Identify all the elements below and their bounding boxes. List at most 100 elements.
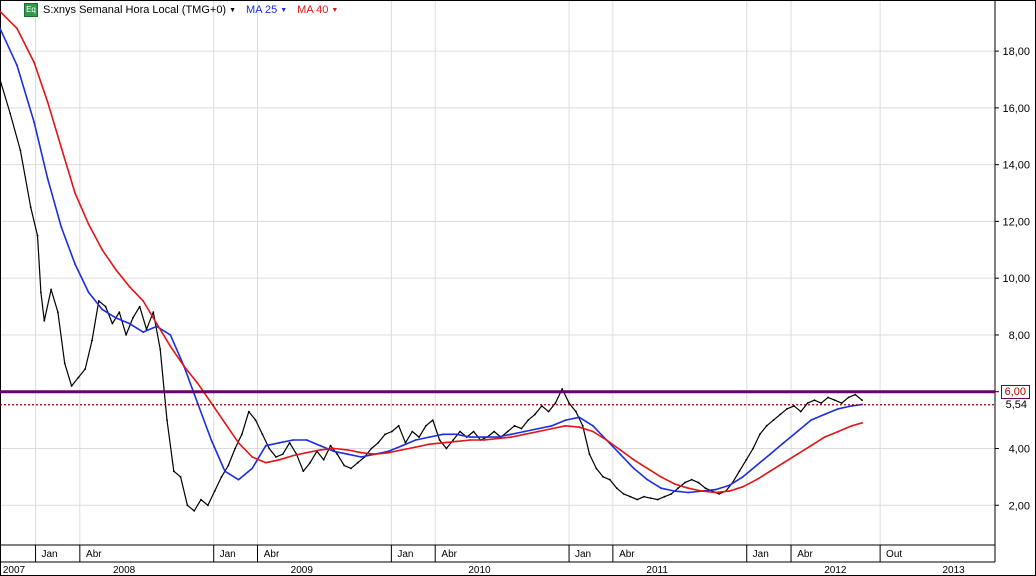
price-chart[interactable]: 2,00 4,00 6,00 8,00 10,00 12,00 14,00 16,00 18,0… <box>0 0 1036 576</box>
data-point-ma25 <box>46 177 49 180</box>
data-point-ma25 <box>333 450 335 453</box>
data-point-price <box>561 388 564 390</box>
data-point-ma40 <box>196 382 199 385</box>
data-point-ma40 <box>115 268 117 271</box>
data-point-ma25 <box>728 484 731 487</box>
data-point-price <box>506 430 509 433</box>
data-point-price <box>220 476 223 478</box>
data-point-ma25 <box>360 456 363 458</box>
chart-area[interactable]: 2,00 4,00 6,00 8,00 10,00 12,00 14,00 16,00 18,0… <box>0 0 1036 576</box>
data-point-ma25 <box>74 263 76 265</box>
data-point-price <box>40 291 42 294</box>
data-point-ma40 <box>578 426 581 429</box>
data-point-ma40 <box>861 422 863 424</box>
data-point-ma40 <box>16 27 18 30</box>
data-point-price <box>247 410 250 413</box>
data-point-price <box>581 424 584 427</box>
data-point-ma40 <box>660 476 662 478</box>
data-point-price <box>718 493 720 495</box>
data-point-ma40 <box>851 424 853 427</box>
data-point-ma25 <box>714 488 717 491</box>
data-point-ma40 <box>483 439 485 441</box>
ma25-selector[interactable]: MA 25 ▼ <box>246 4 287 16</box>
data-point-price <box>418 436 420 438</box>
data-point-ma25 <box>292 439 294 441</box>
ma40-selector[interactable]: MA 40 ▼ <box>297 4 338 16</box>
data-point-price <box>786 407 788 410</box>
data-point-ma25 <box>115 317 117 319</box>
data-point-price <box>431 419 434 421</box>
year-tick-label: 2008 <box>113 565 136 576</box>
data-point-price <box>745 458 748 461</box>
data-point-price <box>152 311 155 314</box>
data-point-price <box>125 334 127 336</box>
data-point-ma40 <box>619 449 622 451</box>
data-point-price <box>179 476 182 478</box>
data-point-price <box>241 433 243 436</box>
data-point-price <box>268 447 271 450</box>
data-point-price <box>847 396 850 399</box>
data-point-ma40 <box>646 467 649 470</box>
data-point-ma25 <box>210 439 213 441</box>
data-point-price <box>322 458 325 461</box>
data-point-price <box>166 419 168 421</box>
data-point-price <box>643 495 645 498</box>
data-point-price <box>281 453 284 456</box>
data-point-price <box>697 481 700 484</box>
data-point-ma25 <box>523 430 526 433</box>
data-point-ma25 <box>469 436 472 438</box>
data-point-ma25 <box>196 402 199 404</box>
data-point-ma25 <box>483 436 485 438</box>
data-point-ma40 <box>455 440 458 443</box>
month-tick-label: Abr <box>86 549 102 560</box>
data-point-ma25 <box>237 478 240 481</box>
data-point-ma25 <box>755 464 758 467</box>
data-point-price <box>138 305 141 308</box>
symbol-selector[interactable]: Eq S:xnys Semanal Hora Local (TMG+0) ▼ <box>24 3 236 17</box>
month-tick-label: Abr <box>619 549 635 560</box>
data-point-price <box>445 447 448 450</box>
data-point-price <box>384 433 386 436</box>
data-point-price <box>213 490 216 492</box>
month-tick-label: Jan <box>575 549 591 560</box>
data-point-ma40 <box>428 443 431 446</box>
data-point-ma40 <box>728 490 731 492</box>
data-point-price <box>649 497 652 500</box>
data-point-price <box>520 427 523 430</box>
data-point-price <box>493 430 495 433</box>
data-point-price <box>57 311 59 314</box>
data-point-price <box>350 467 352 470</box>
data-point-price <box>111 322 114 325</box>
year-tick-label: 2012 <box>824 565 847 576</box>
data-point-ma25 <box>142 331 145 333</box>
data-point-ma40 <box>741 485 744 488</box>
data-point-price <box>452 439 455 441</box>
equity-badge-icon: Eq <box>24 3 38 17</box>
data-point-price <box>43 319 46 322</box>
data-point-ma25 <box>687 491 690 494</box>
data-point-ma40 <box>701 490 703 492</box>
data-point-price <box>377 441 380 444</box>
data-point-ma40 <box>442 441 444 444</box>
data-point-price <box>813 399 816 402</box>
data-point-price <box>547 410 550 413</box>
data-point-ma40 <box>782 461 785 464</box>
data-point-price <box>159 348 162 350</box>
data-point-price <box>622 493 625 495</box>
data-point-price <box>636 498 639 501</box>
data-point-ma25 <box>632 467 635 470</box>
data-point-price <box>779 413 782 416</box>
data-point-ma25 <box>551 424 553 427</box>
data-point-ma40 <box>264 461 267 464</box>
data-point-ma40 <box>551 427 553 430</box>
data-point-ma40 <box>155 322 158 325</box>
data-point-ma40 <box>496 437 499 440</box>
data-point-ma25 <box>537 427 540 430</box>
data-point-price <box>629 495 632 498</box>
data-point-ma40 <box>401 449 403 451</box>
data-point-price <box>411 430 414 433</box>
data-point-price <box>254 419 257 421</box>
year-tick-label: 2010 <box>468 565 491 576</box>
data-point-ma25 <box>564 419 567 421</box>
year-tick-label: 2013 <box>942 565 965 576</box>
